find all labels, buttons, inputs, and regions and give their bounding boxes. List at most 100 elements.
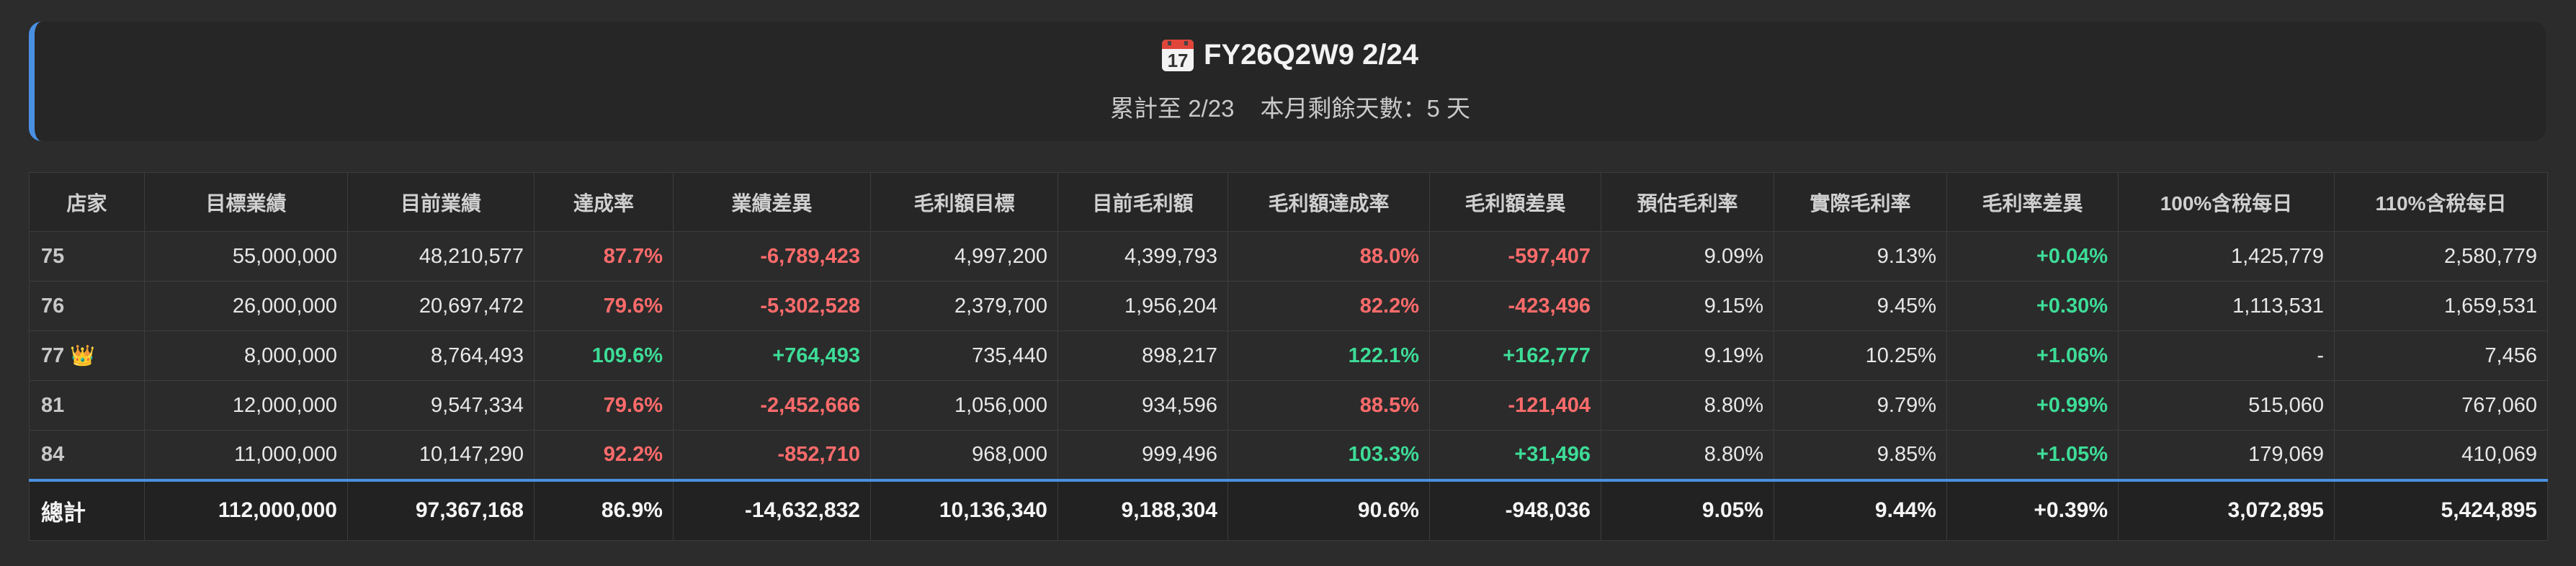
col-header: 達成率 — [534, 172, 674, 232]
gp-diff-cell: -423,496 — [1429, 281, 1601, 331]
current-cell: 20,697,472 — [347, 281, 535, 331]
rate-cell: 92.2% — [534, 430, 674, 480]
table-row: 75 55,000,000 48,210,577 87.7% -6,789,42… — [29, 231, 2548, 282]
daily110-cell: 2,580,779 — [2334, 231, 2548, 282]
gp-rate-cell: 82.2% — [1227, 281, 1430, 331]
col-header: 業績差異 — [673, 172, 871, 232]
daily100-cell: 1,425,779 — [2118, 231, 2335, 282]
col-header: 毛利額差異 — [1429, 172, 1601, 232]
col-header: 實際毛利率 — [1774, 172, 1947, 232]
margin-diff-cell: +0.04% — [1946, 231, 2119, 282]
gp-rate-cell: 122.1% — [1227, 331, 1430, 381]
est-margin-cell: 9.09% — [1601, 231, 1774, 282]
store-cell: 84 — [29, 430, 145, 480]
current-cell: 48,210,577 — [347, 231, 535, 282]
diff-cell: +764,493 — [673, 331, 871, 381]
daily100-cell: 1,113,531 — [2118, 281, 2335, 331]
gp-rate-cell: 88.5% — [1227, 380, 1430, 431]
header-card: 17 FY26Q2W9 2/24 累計至 2/23 本月剩餘天數：5 天 — [29, 22, 2546, 141]
store-cell: 77 👑 — [29, 331, 145, 381]
rate-cell: 79.6% — [534, 281, 674, 331]
rate-cell: 109.6% — [534, 331, 674, 381]
total-act-margin-cell: 9.44% — [1774, 478, 1947, 541]
gp-rate-cell: 88.0% — [1227, 231, 1430, 282]
col-header: 毛利額達成率 — [1227, 172, 1430, 232]
table-row: 84 11,000,000 10,147,290 92.2% -852,710 … — [29, 430, 2548, 480]
rate-cell: 87.7% — [534, 231, 674, 282]
margin-diff-cell: +0.30% — [1946, 281, 2119, 331]
daily100-cell: 179,069 — [2118, 430, 2335, 480]
col-header: 110%含稅每日 — [2334, 172, 2548, 232]
gp-diff-cell: +31,496 — [1429, 430, 1601, 480]
gp-current-cell: 934,596 — [1057, 380, 1228, 431]
col-header: 毛利額目標 — [870, 172, 1058, 232]
current-cell: 9,547,334 — [347, 380, 535, 431]
subtitle-row: 累計至 2/23 本月剩餘天數：5 天 — [35, 89, 2546, 124]
col-header: 店家 — [29, 172, 145, 232]
total-target-cell: 112,000,000 — [144, 478, 348, 541]
daily110-cell: 410,069 — [2334, 430, 2548, 480]
total-gp-current-cell: 9,188,304 — [1057, 478, 1228, 541]
daily110-cell: 1,659,531 — [2334, 281, 2548, 331]
gp-target-cell: 968,000 — [870, 430, 1058, 480]
act-margin-cell: 9.79% — [1774, 380, 1947, 431]
total-label: 總計 — [29, 478, 145, 541]
diff-cell: -6,789,423 — [673, 231, 871, 282]
daily100-cell: - — [2118, 331, 2335, 381]
sales-table-container: 店家 目標業績 目前業績 達成率 業績差異 毛利額目標 目前毛利額 毛利額達成率… — [29, 172, 2548, 541]
gp-rate-cell: 103.3% — [1227, 430, 1430, 480]
target-cell: 55,000,000 — [144, 231, 348, 282]
days-remaining: 本月剩餘天數：5 天 — [1260, 95, 1470, 122]
act-margin-cell: 9.45% — [1774, 281, 1947, 331]
est-margin-cell: 8.80% — [1601, 380, 1774, 431]
store-cell: 75 — [29, 231, 145, 282]
gp-target-cell: 1,056,000 — [870, 380, 1058, 431]
store-label: 77 — [41, 344, 65, 367]
target-cell: 12,000,000 — [144, 380, 348, 431]
margin-diff-cell: +0.99% — [1946, 380, 2119, 431]
page-title: FY26Q2W9 2/24 — [1204, 39, 1418, 71]
daily100-cell: 515,060 — [2118, 380, 2335, 431]
gp-target-cell: 735,440 — [870, 331, 1058, 381]
diff-cell: -852,710 — [673, 430, 871, 480]
total-row: 總計 112,000,000 97,367,168 86.9% -14,632,… — [29, 478, 2548, 541]
daily110-cell: 767,060 — [2334, 380, 2548, 431]
est-margin-cell: 9.19% — [1601, 331, 1774, 381]
calendar-icon: 17 — [1162, 39, 1194, 71]
target-cell: 11,000,000 — [144, 430, 348, 480]
target-cell: 8,000,000 — [144, 331, 348, 381]
gp-current-cell: 4,399,793 — [1057, 231, 1228, 282]
col-header: 預估毛利率 — [1601, 172, 1774, 232]
gp-current-cell: 999,496 — [1057, 430, 1228, 480]
total-est-margin-cell: 9.05% — [1601, 478, 1774, 541]
gp-diff-cell: +162,777 — [1429, 331, 1601, 381]
total-rate-cell: 86.9% — [534, 478, 674, 541]
cumulative-date: 累計至 2/23 — [1110, 95, 1235, 122]
current-cell: 10,147,290 — [347, 430, 535, 480]
total-gp-target-cell: 10,136,340 — [870, 478, 1058, 541]
total-daily110-cell: 5,424,895 — [2334, 478, 2548, 541]
gp-diff-cell: -597,407 — [1429, 231, 1601, 282]
target-cell: 26,000,000 — [144, 281, 348, 331]
total-current-cell: 97,367,168 — [347, 478, 535, 541]
title-row: 17 FY26Q2W9 2/24 — [35, 39, 2546, 71]
table-row: 77 👑 8,000,000 8,764,493 109.6% +764,493 … — [29, 331, 2548, 381]
daily110-cell: 7,456 — [2334, 331, 2548, 381]
est-margin-cell: 8.80% — [1601, 430, 1774, 480]
current-cell: 8,764,493 — [347, 331, 535, 381]
act-margin-cell: 9.85% — [1774, 430, 1947, 480]
col-header: 100%含稅每日 — [2118, 172, 2335, 232]
total-diff-cell: -14,632,832 — [673, 478, 871, 541]
total-margin-diff-cell: +0.39% — [1946, 478, 2119, 541]
gp-current-cell: 898,217 — [1057, 331, 1228, 381]
margin-diff-cell: +1.06% — [1946, 331, 2119, 381]
gp-target-cell: 4,997,200 — [870, 231, 1058, 282]
col-header: 目前業績 — [347, 172, 535, 232]
act-margin-cell: 10.25% — [1774, 331, 1947, 381]
rate-cell: 79.6% — [534, 380, 674, 431]
act-margin-cell: 9.13% — [1774, 231, 1947, 282]
col-header: 毛利率差異 — [1946, 172, 2119, 232]
diff-cell: -2,452,666 — [673, 380, 871, 431]
diff-cell: -5,302,528 — [673, 281, 871, 331]
col-header: 目標業績 — [144, 172, 348, 232]
